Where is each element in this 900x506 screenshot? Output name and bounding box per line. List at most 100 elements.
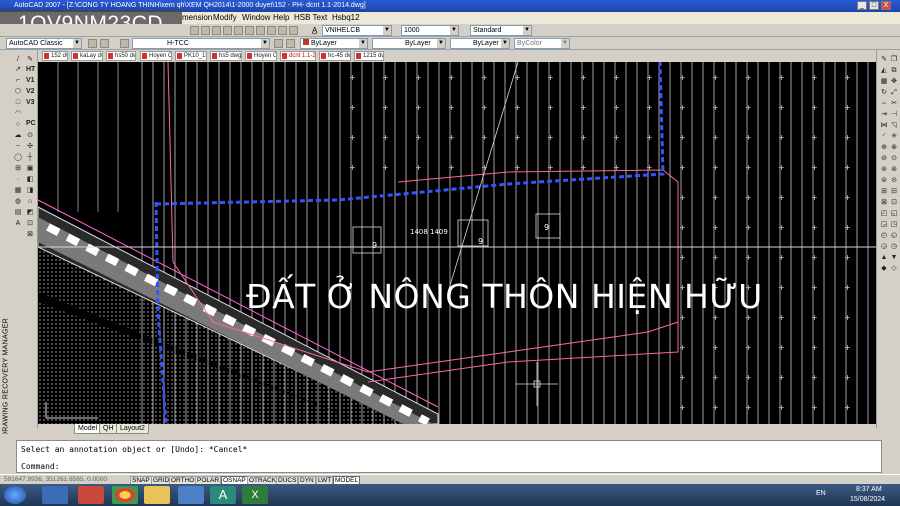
insert-block-icon[interactable]: ⊞ [14, 165, 22, 173]
toolbar-icon[interactable]: ⊟ [890, 188, 898, 196]
workspace-settings-icon[interactable] [88, 39, 97, 48]
construction-line-icon[interactable]: ↗ [14, 66, 22, 74]
toolbar-icon[interactable]: ◰ [880, 210, 888, 218]
toolbar-icon[interactable] [289, 26, 298, 35]
tool-v1[interactable]: V1 [26, 77, 35, 85]
toolbar-icon[interactable] [278, 26, 287, 35]
toolbar-icon[interactable] [201, 26, 210, 35]
toolbar-icon[interactable]: ◱ [890, 210, 898, 218]
tab-model[interactable]: Model [74, 424, 102, 434]
toolbar-icon[interactable] [223, 26, 232, 35]
file-tab[interactable]: hs5 dwg [210, 51, 242, 61]
stretch-icon[interactable]: ⇔ [880, 100, 888, 108]
menu-dimension[interactable]: mension [182, 12, 212, 24]
tab-layout2[interactable]: Layout2 [116, 424, 149, 434]
menu-modify[interactable]: Modify [213, 12, 237, 24]
toolbar-icon[interactable]: ◧ [26, 176, 34, 184]
file-tab[interactable]: Hoyen CA [245, 51, 277, 61]
toolbar-icon[interactable]: ⊚ [880, 166, 888, 174]
toolbar-icon[interactable]: ⊞ [880, 188, 888, 196]
file-tab-active[interactable]: dcnt 1.1-2 [280, 51, 316, 61]
autocad-icon[interactable]: A [210, 486, 236, 504]
toolbar-icon[interactable]: ┼ [26, 154, 34, 162]
mtext-icon[interactable]: A [14, 220, 22, 228]
toolbar-icon[interactable]: ⊡ [26, 220, 34, 228]
text-style-select[interactable]: VNIHELCB ▼ [322, 25, 392, 36]
text-height-select[interactable]: 1000 ▼ [401, 25, 459, 36]
move-icon[interactable]: ✥ [890, 78, 898, 86]
erase-icon[interactable]: ✎ [880, 56, 888, 64]
toolbar-icon[interactable]: ◳ [890, 221, 898, 229]
toolbar-icon[interactable]: ⊛ [890, 166, 898, 174]
menu-window[interactable]: Window [242, 12, 270, 24]
excel-icon[interactable]: X [242, 486, 268, 504]
scale-icon[interactable]: ⤢ [890, 89, 898, 97]
lineweight-select[interactable]: ByLayer ▼ [450, 38, 510, 49]
toolbar-icon[interactable]: ⊙ [26, 132, 34, 140]
toolbar-icon[interactable]: ◶ [880, 243, 888, 251]
copy-icon[interactable]: ❐ [890, 56, 898, 64]
drawing-canvas[interactable]: + 9 1408 [38, 62, 876, 424]
file-tab[interactable]: PK10_15 [175, 51, 207, 61]
linetype-select[interactable]: ByLayer ▼ [372, 38, 446, 49]
trim-icon[interactable]: ✂ [890, 100, 898, 108]
maximize-button[interactable]: □ [869, 1, 879, 10]
file-tab[interactable]: 1215 dwg [354, 51, 384, 61]
chamfer-icon[interactable]: ◹ [890, 122, 898, 130]
toolbar-icon[interactable]: ⌂ [26, 198, 34, 206]
toolbar-icon[interactable]: ▼ [890, 254, 898, 262]
command-prompt[interactable]: Command: [21, 462, 60, 471]
toolbar-icon[interactable]: ◇ [890, 265, 898, 273]
join-icon[interactable]: ⋈ [880, 122, 888, 130]
toolbar-icon[interactable]: ◷ [890, 243, 898, 251]
close-button[interactable]: X [881, 1, 891, 10]
polygon-icon[interactable]: ⬡ [14, 88, 22, 96]
app-icon[interactable] [178, 486, 204, 504]
toolbar-icon[interactable]: ⊗ [890, 144, 898, 152]
pencil-tool-icon[interactable]: ✎ [26, 56, 34, 64]
circle-icon[interactable]: ○ [14, 121, 22, 129]
toolbar-icon[interactable] [256, 26, 265, 35]
menu-hsbq12[interactable]: Hsbq12 [332, 12, 360, 24]
color-select[interactable]: ByLayer ▼ [300, 38, 368, 49]
tool-v3[interactable]: V3 [26, 99, 35, 107]
mirror-icon[interactable]: ◭ [880, 67, 888, 75]
layer-manager-icon[interactable] [120, 39, 129, 48]
fillet-icon[interactable]: ◜ [880, 133, 888, 141]
toolbar-icon[interactable] [100, 39, 109, 48]
layer-previous-icon[interactable] [274, 39, 283, 48]
arc-icon[interactable]: ◠ [14, 110, 22, 118]
break-icon[interactable]: ⊣ [890, 111, 898, 119]
file-tab[interactable]: hc-45 dwg [319, 51, 351, 61]
toolbar-icon[interactable] [234, 26, 243, 35]
file-tab[interactable]: 152 dwg [42, 51, 68, 61]
menu-help[interactable]: Help [273, 12, 289, 24]
toolbar-icon[interactable]: ⊜ [880, 177, 888, 185]
language-indicator[interactable]: EN [816, 490, 826, 497]
toolbar-icon[interactable]: ◵ [890, 232, 898, 240]
file-tab[interactable]: kaLay dwg [71, 51, 103, 61]
toolbar-icon[interactable]: ⊘ [880, 155, 888, 163]
rotate-icon[interactable]: ↻ [880, 89, 888, 97]
polyline-icon[interactable]: ⌐ [14, 77, 22, 85]
minimize-button[interactable]: _ [857, 1, 867, 10]
toolbar-icon[interactable]: ◆ [880, 265, 888, 273]
rectangle-icon[interactable]: □ [14, 99, 22, 107]
toolbar-icon[interactable] [286, 39, 295, 48]
workspace-select[interactable]: AutoCAD Classic ▼ [6, 38, 82, 49]
toolbar-icon[interactable]: ⊠ [26, 231, 34, 239]
tool-ht[interactable]: HT [26, 66, 35, 74]
file-tab[interactable]: Hoyen CA [140, 51, 172, 61]
tool-v2[interactable]: V2 [26, 88, 35, 96]
folder-icon[interactable] [144, 486, 170, 504]
command-window[interactable]: Select an annotation object or [Undo]: *… [16, 440, 882, 473]
menu-hsb-text[interactable]: HSB Text [294, 12, 327, 24]
extend-icon[interactable]: ⇥ [880, 111, 888, 119]
start-button[interactable] [4, 486, 26, 504]
layer-select[interactable]: H-TCC ▼ [132, 38, 270, 49]
hatch-icon[interactable]: ▦ [14, 187, 22, 195]
toolbar-icon[interactable] [245, 26, 254, 35]
tab-qh[interactable]: QH [99, 424, 118, 434]
toolbar-icon[interactable]: ⊝ [890, 177, 898, 185]
spline-icon[interactable]: ~ [14, 143, 22, 151]
